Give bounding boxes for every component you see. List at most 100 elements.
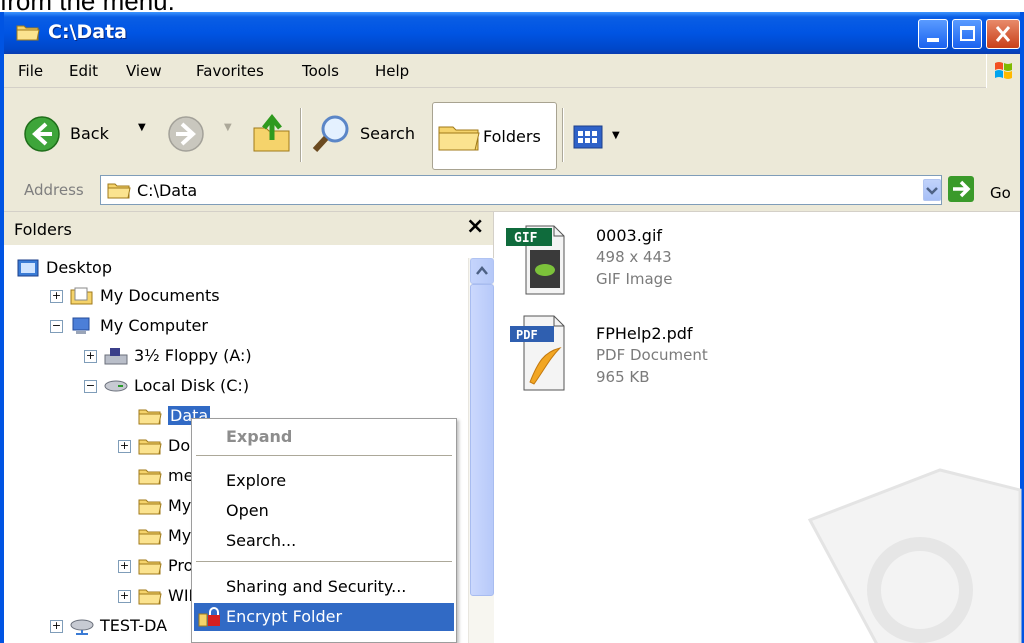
back-button[interactable]: Back ▼ (22, 114, 152, 154)
menu-separator (196, 455, 452, 457)
forward-button[interactable]: ▼ (166, 114, 236, 154)
context-menu-search[interactable]: Search... (194, 527, 454, 555)
tree-item[interactable]: Desktop (4, 256, 464, 282)
folder-watermark-icon (807, 468, 1022, 643)
folder-icon (107, 183, 131, 199)
file-item[interactable]: GIF 0003.gif 498 x 443 GIF Image (504, 222, 804, 302)
file-item[interactable]: PDF FPHelp2.pdf PDF Document 965 KB (504, 312, 804, 402)
pdf-file-icon: PDF (510, 315, 565, 391)
search-icon (312, 115, 349, 153)
collapse-icon[interactable]: − (84, 380, 97, 393)
tree-item[interactable]: +3½ Floppy (A:) (4, 344, 464, 370)
chevron-down-icon (926, 187, 938, 195)
lock-icon (198, 607, 220, 627)
floppy-drive-icon (104, 348, 128, 365)
context-menu: Expand Explore Open Search... Sharing an… (191, 418, 457, 643)
folders-pane-close-button[interactable]: × (466, 214, 484, 239)
address-dropdown-button[interactable] (923, 179, 941, 201)
context-menu-encrypt-folder[interactable]: Encrypt Folder (194, 603, 454, 631)
svg-text:GIF: GIF (514, 231, 538, 246)
folder-icon (138, 439, 162, 455)
menu-separator (196, 561, 452, 563)
expand-icon[interactable]: + (118, 590, 131, 603)
menu-favorites[interactable]: Favorites (196, 62, 264, 80)
maximize-icon (960, 26, 975, 41)
folder-window-icon (16, 25, 40, 41)
tree-item[interactable]: + My Documents (4, 284, 464, 310)
expand-icon[interactable]: + (118, 440, 131, 453)
network-drive-icon (70, 619, 94, 635)
folders-pane-header: Folders × (4, 212, 493, 246)
forward-arrow-icon (168, 116, 204, 152)
tree-item-label: My Documents (100, 286, 220, 305)
menu-view[interactable]: View (126, 62, 162, 80)
collapse-icon[interactable]: − (50, 320, 63, 333)
up-folder-button[interactable] (250, 112, 296, 156)
folders-icon (438, 126, 480, 151)
window-title: C:\Data (48, 21, 127, 43)
expand-icon[interactable]: + (118, 560, 131, 573)
toolbar-separator (300, 108, 302, 162)
address-bar: Address C:\Data (4, 170, 1020, 212)
context-menu-sharing-and-security[interactable]: Sharing and Security... (194, 573, 454, 601)
menu-tools[interactable]: Tools (302, 62, 339, 80)
forward-dropdown-icon[interactable]: ▼ (224, 122, 232, 133)
tree-item[interactable]: − Local Disk (C:) (4, 374, 464, 400)
back-dropdown-icon[interactable]: ▼ (138, 122, 146, 133)
caption-text: from the menu. (0, 0, 175, 16)
menu-help[interactable]: Help (375, 62, 409, 80)
windows-logo-icon (986, 54, 1020, 88)
menu-edit[interactable]: Edit (69, 62, 98, 80)
scroll-up-button[interactable] (470, 258, 494, 284)
vertical-scrollbar[interactable] (468, 258, 494, 643)
tree-item-label: 3½ Floppy (A:) (134, 346, 252, 365)
address-value: C:\Data (137, 181, 198, 200)
views-button[interactable]: ▼ (572, 122, 636, 162)
folders-label: Folders (483, 127, 541, 146)
address-input[interactable]: C:\Data (100, 175, 942, 205)
maximize-button[interactable] (952, 19, 982, 49)
explorer-window: C:\Data File Edit View Favorites Tools H… (0, 12, 1024, 643)
go-button[interactable] (948, 176, 974, 202)
folders-pane-title: Folders (14, 220, 72, 239)
minimize-button[interactable] (918, 19, 948, 49)
folders-button[interactable]: Folders (432, 102, 557, 170)
svg-text:PDF: PDF (516, 328, 538, 342)
file-size: 965 KB (596, 368, 650, 386)
back-label: Back (70, 124, 109, 143)
file-name: 0003.gif (596, 226, 663, 245)
close-icon (995, 26, 1011, 42)
folder-icon (138, 409, 162, 425)
views-icon (573, 125, 603, 149)
back-arrow-icon (24, 116, 60, 152)
close-button[interactable] (986, 19, 1020, 49)
folder-icon (138, 559, 162, 575)
file-type: PDF Document (596, 346, 708, 364)
expand-icon[interactable]: + (84, 350, 97, 363)
go-arrow-icon (953, 180, 971, 198)
scroll-thumb[interactable] (470, 284, 494, 596)
file-type: GIF Image (596, 270, 673, 288)
address-label: Address (24, 181, 84, 199)
gif-file-icon: GIF (506, 225, 565, 295)
search-button[interactable]: Search (310, 112, 422, 156)
folder-icon (138, 529, 162, 545)
tree-item-label: Desktop (46, 258, 112, 277)
desktop-icon (17, 259, 39, 277)
context-menu-expand[interactable]: Expand (194, 423, 454, 451)
tree-item-label: Local Disk (C:) (134, 376, 250, 395)
menu-file[interactable]: File (18, 62, 43, 80)
context-menu-open[interactable]: Open (194, 497, 454, 525)
minimize-icon (927, 38, 939, 42)
search-label: Search (360, 124, 415, 143)
my-documents-icon (70, 287, 93, 305)
title-bar[interactable]: C:\Data (4, 12, 1020, 54)
expand-icon[interactable]: + (50, 290, 63, 303)
tree-item[interactable]: − My Computer (4, 314, 464, 340)
tree-item-label: My Computer (100, 316, 208, 335)
expand-icon[interactable]: + (50, 620, 63, 633)
my-computer-icon (72, 317, 90, 334)
context-menu-explore[interactable]: Explore (194, 467, 454, 495)
go-label[interactable]: Go (990, 184, 1011, 202)
file-dimensions: 498 x 443 (596, 248, 672, 266)
